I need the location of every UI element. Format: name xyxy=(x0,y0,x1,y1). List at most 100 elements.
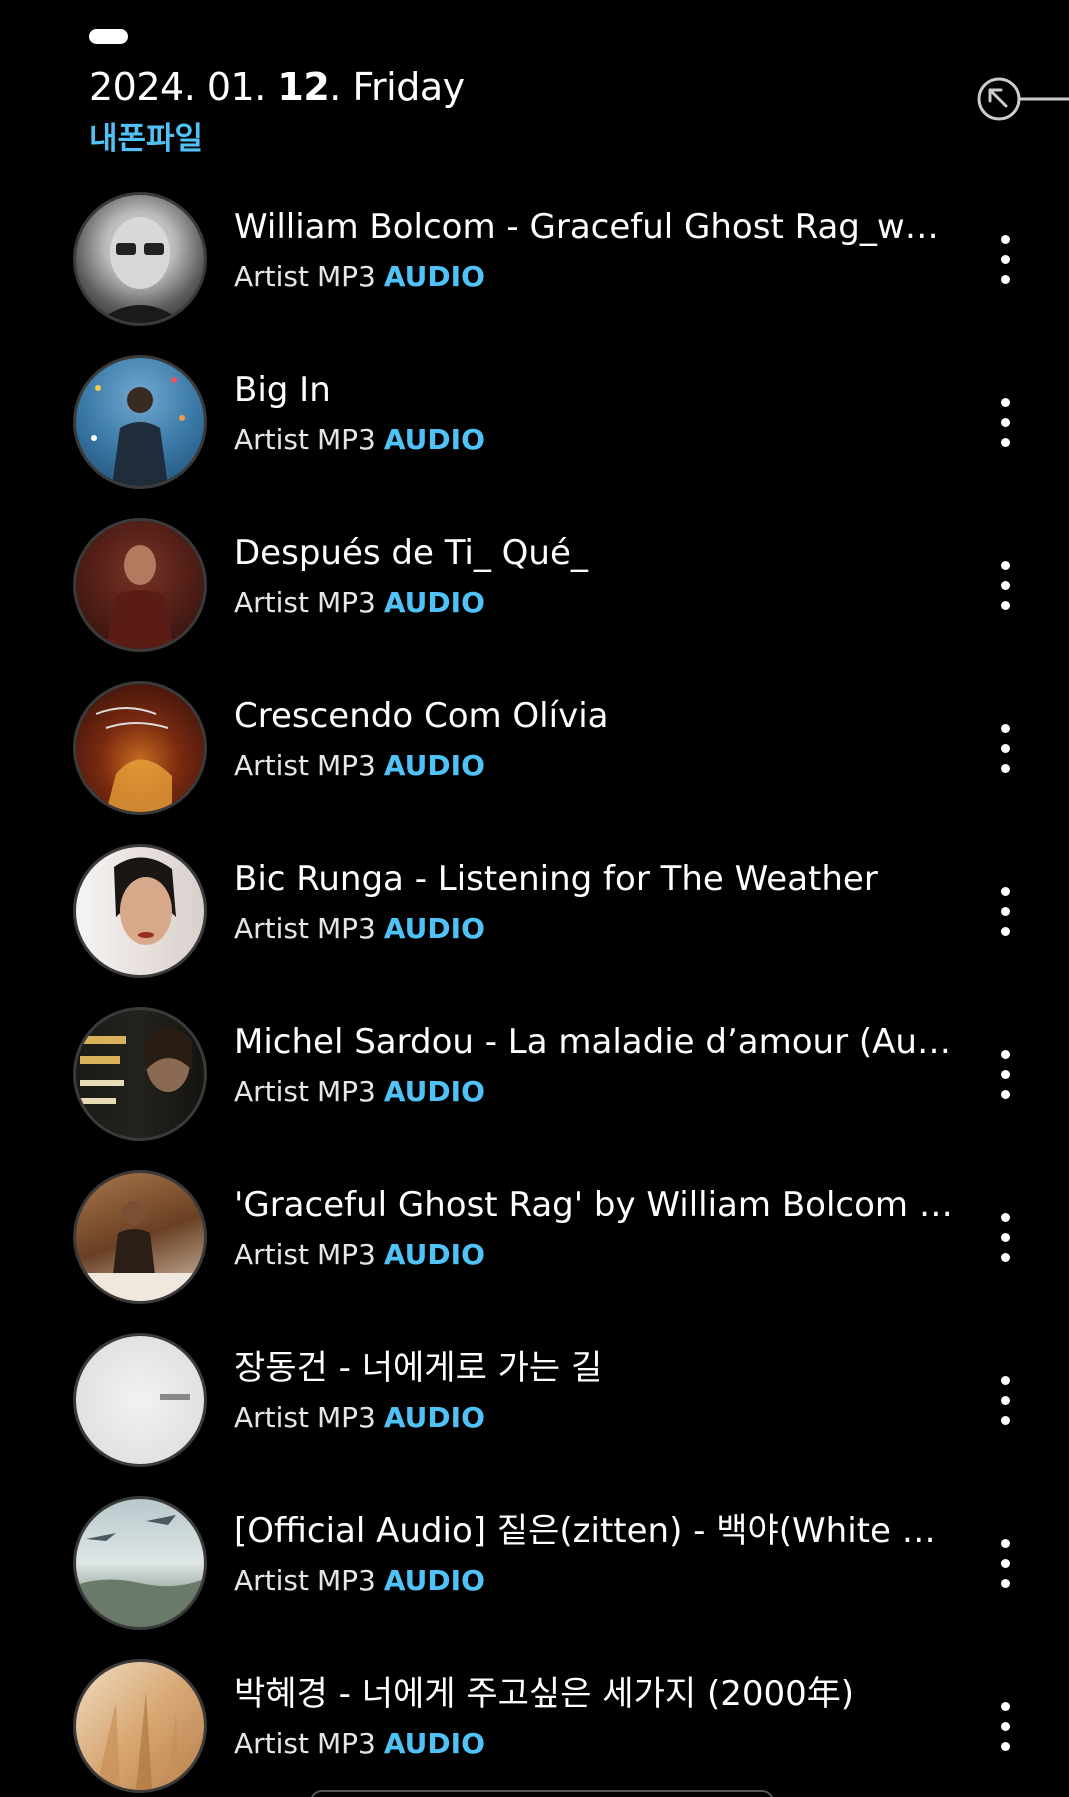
track-title: Después de Ti_ Qué_ xyxy=(234,533,588,573)
album-art xyxy=(73,1333,207,1467)
track-title: Big In xyxy=(234,370,331,410)
album-thumbnail xyxy=(160,1394,190,1400)
track-artist: Artist xyxy=(234,1564,309,1597)
bottom-sheet-handle[interactable] xyxy=(310,1790,774,1797)
track-artist: Artist xyxy=(234,912,309,945)
track-meta: Artist MP3 AUDIO xyxy=(234,1725,485,1763)
list-item[interactable]: William Bolcom - Graceful Ghost Rag_wmv … xyxy=(0,186,1069,349)
more-vertical-icon[interactable] xyxy=(990,1535,1022,1595)
track-meta: Artist MP3 AUDIO xyxy=(234,1399,485,1437)
collapse-button[interactable] xyxy=(975,74,1069,124)
track-title: 장동건 - 너에게로 가는 길 xyxy=(234,1348,603,1388)
more-vertical-icon[interactable] xyxy=(990,883,1022,943)
track-title: 박혜경 - 너에게 주고싶은 세가지 (2000年) xyxy=(234,1674,855,1714)
track-artist: Artist xyxy=(234,1727,309,1760)
more-vertical-icon[interactable] xyxy=(990,1046,1022,1106)
track-meta: Artist MP3 AUDIO xyxy=(234,584,485,622)
list-item[interactable]: Big In Artist MP3 AUDIO xyxy=(0,349,1069,512)
album-art xyxy=(73,1496,207,1630)
track-artist: Artist xyxy=(234,423,309,456)
track-artist: Artist xyxy=(234,586,309,619)
track-meta: Artist MP3 AUDIO xyxy=(234,258,485,296)
album-art xyxy=(73,1659,207,1793)
album-art xyxy=(73,1007,207,1141)
album-thumbnail xyxy=(96,1692,180,1790)
track-type: AUDIO xyxy=(383,423,485,456)
track-title: Crescendo Com Olívia xyxy=(234,696,609,736)
list-item[interactable]: 'Graceful Ghost Rag' by William Bolcom -… xyxy=(0,1164,1069,1327)
track-type: AUDIO xyxy=(383,1238,485,1271)
track-format: MP3 xyxy=(317,912,376,945)
track-type: AUDIO xyxy=(383,260,485,293)
track-type: AUDIO xyxy=(383,749,485,782)
track-meta: Artist MP3 AUDIO xyxy=(234,1073,485,1111)
track-meta: Artist MP3 AUDIO xyxy=(234,1562,485,1600)
track-format: MP3 xyxy=(317,1564,376,1597)
album-thumbnail xyxy=(106,545,174,649)
album-art xyxy=(73,192,207,326)
track-title: [Official Audio] 짙은(zitten) - 백야(White n… xyxy=(234,1511,954,1551)
more-vertical-icon[interactable] xyxy=(990,557,1022,617)
list-item[interactable]: 박혜경 - 너에게 주고싶은 세가지 (2000年) Artist MP3 AUDI… xyxy=(0,1653,1069,1797)
album-thumbnail xyxy=(80,1028,192,1104)
track-list: William Bolcom - Graceful Ghost Rag_wmv … xyxy=(0,186,1069,1797)
album-art xyxy=(73,844,207,978)
photo-thumbnail xyxy=(76,1201,204,1301)
date-day: 12 xyxy=(277,65,330,109)
more-vertical-icon[interactable] xyxy=(990,231,1022,291)
date-prefix: 2024. 01. xyxy=(89,65,278,109)
track-format: MP3 xyxy=(317,749,376,782)
track-format: MP3 xyxy=(317,1727,376,1760)
portrait-thumbnail xyxy=(114,857,176,945)
list-item[interactable]: Crescendo Com Olívia Artist MP3 AUDIO xyxy=(0,675,1069,838)
track-meta: Artist MP3 AUDIO xyxy=(234,1236,485,1274)
album-art xyxy=(73,355,207,489)
more-vertical-icon[interactable] xyxy=(990,1698,1022,1758)
album-art xyxy=(73,1170,207,1304)
album-thumbnail xyxy=(76,1515,204,1627)
track-type: AUDIO xyxy=(383,586,485,619)
album-art xyxy=(73,518,207,652)
track-type: AUDIO xyxy=(383,912,485,945)
status-pill xyxy=(89,29,128,44)
track-meta: Artist MP3 AUDIO xyxy=(234,421,485,459)
list-item[interactable]: 장동건 - 너에게로 가는 길 Artist MP3 AUDIO xyxy=(0,1327,1069,1490)
more-vertical-icon[interactable] xyxy=(990,1209,1022,1269)
track-type: AUDIO xyxy=(383,1564,485,1597)
album-art xyxy=(73,681,207,815)
track-artist: Artist xyxy=(234,260,309,293)
track-format: MP3 xyxy=(317,586,376,619)
track-format: MP3 xyxy=(317,1075,376,1108)
date-suffix: . Friday xyxy=(329,65,465,109)
track-format: MP3 xyxy=(317,1401,376,1434)
track-meta: Artist MP3 AUDIO xyxy=(234,747,485,785)
date-header: 2024. 01. 12. Friday xyxy=(89,62,465,112)
track-title: Michel Sardou - La maladie d’amour (Audi… xyxy=(234,1022,954,1062)
more-vertical-icon[interactable] xyxy=(990,720,1022,780)
track-artist: Artist xyxy=(234,1238,309,1271)
list-item[interactable]: Michel Sardou - La maladie d’amour (Audi… xyxy=(0,1001,1069,1164)
arrow-up-left-circle-icon xyxy=(977,77,1069,121)
track-title: Bic Runga - Listening for The Weather xyxy=(234,859,878,899)
track-artist: Artist xyxy=(234,749,309,782)
music-list-screen: 2024. 01. 12. Friday 내폰파일 William Bolcom… xyxy=(0,0,1069,1797)
track-type: AUDIO xyxy=(383,1401,485,1434)
track-title: William Bolcom - Graceful Ghost Rag_wmv xyxy=(234,207,954,247)
track-format: MP3 xyxy=(317,1238,376,1271)
track-artist: Artist xyxy=(234,1401,309,1434)
track-format: MP3 xyxy=(317,423,376,456)
more-vertical-icon[interactable] xyxy=(990,1372,1022,1432)
track-type: AUDIO xyxy=(383,1727,485,1760)
list-item[interactable]: Bic Runga - Listening for The Weather Ar… xyxy=(0,838,1069,1001)
track-artist: Artist xyxy=(234,1075,309,1108)
more-vertical-icon[interactable] xyxy=(990,394,1022,454)
list-item[interactable]: [Official Audio] 짙은(zitten) - 백야(White n… xyxy=(0,1490,1069,1653)
track-meta: Artist MP3 AUDIO xyxy=(234,910,485,948)
list-item[interactable]: Después de Ti_ Qué_ Artist MP3 AUDIO xyxy=(0,512,1069,675)
track-type: AUDIO xyxy=(383,1075,485,1108)
portrait-thumbnail xyxy=(96,217,184,323)
album-thumbnail xyxy=(91,377,185,486)
track-format: MP3 xyxy=(317,260,376,293)
page-subtitle: 내폰파일 xyxy=(89,121,204,157)
track-title: 'Graceful Ghost Rag' by William Bolcom -… xyxy=(234,1185,954,1225)
